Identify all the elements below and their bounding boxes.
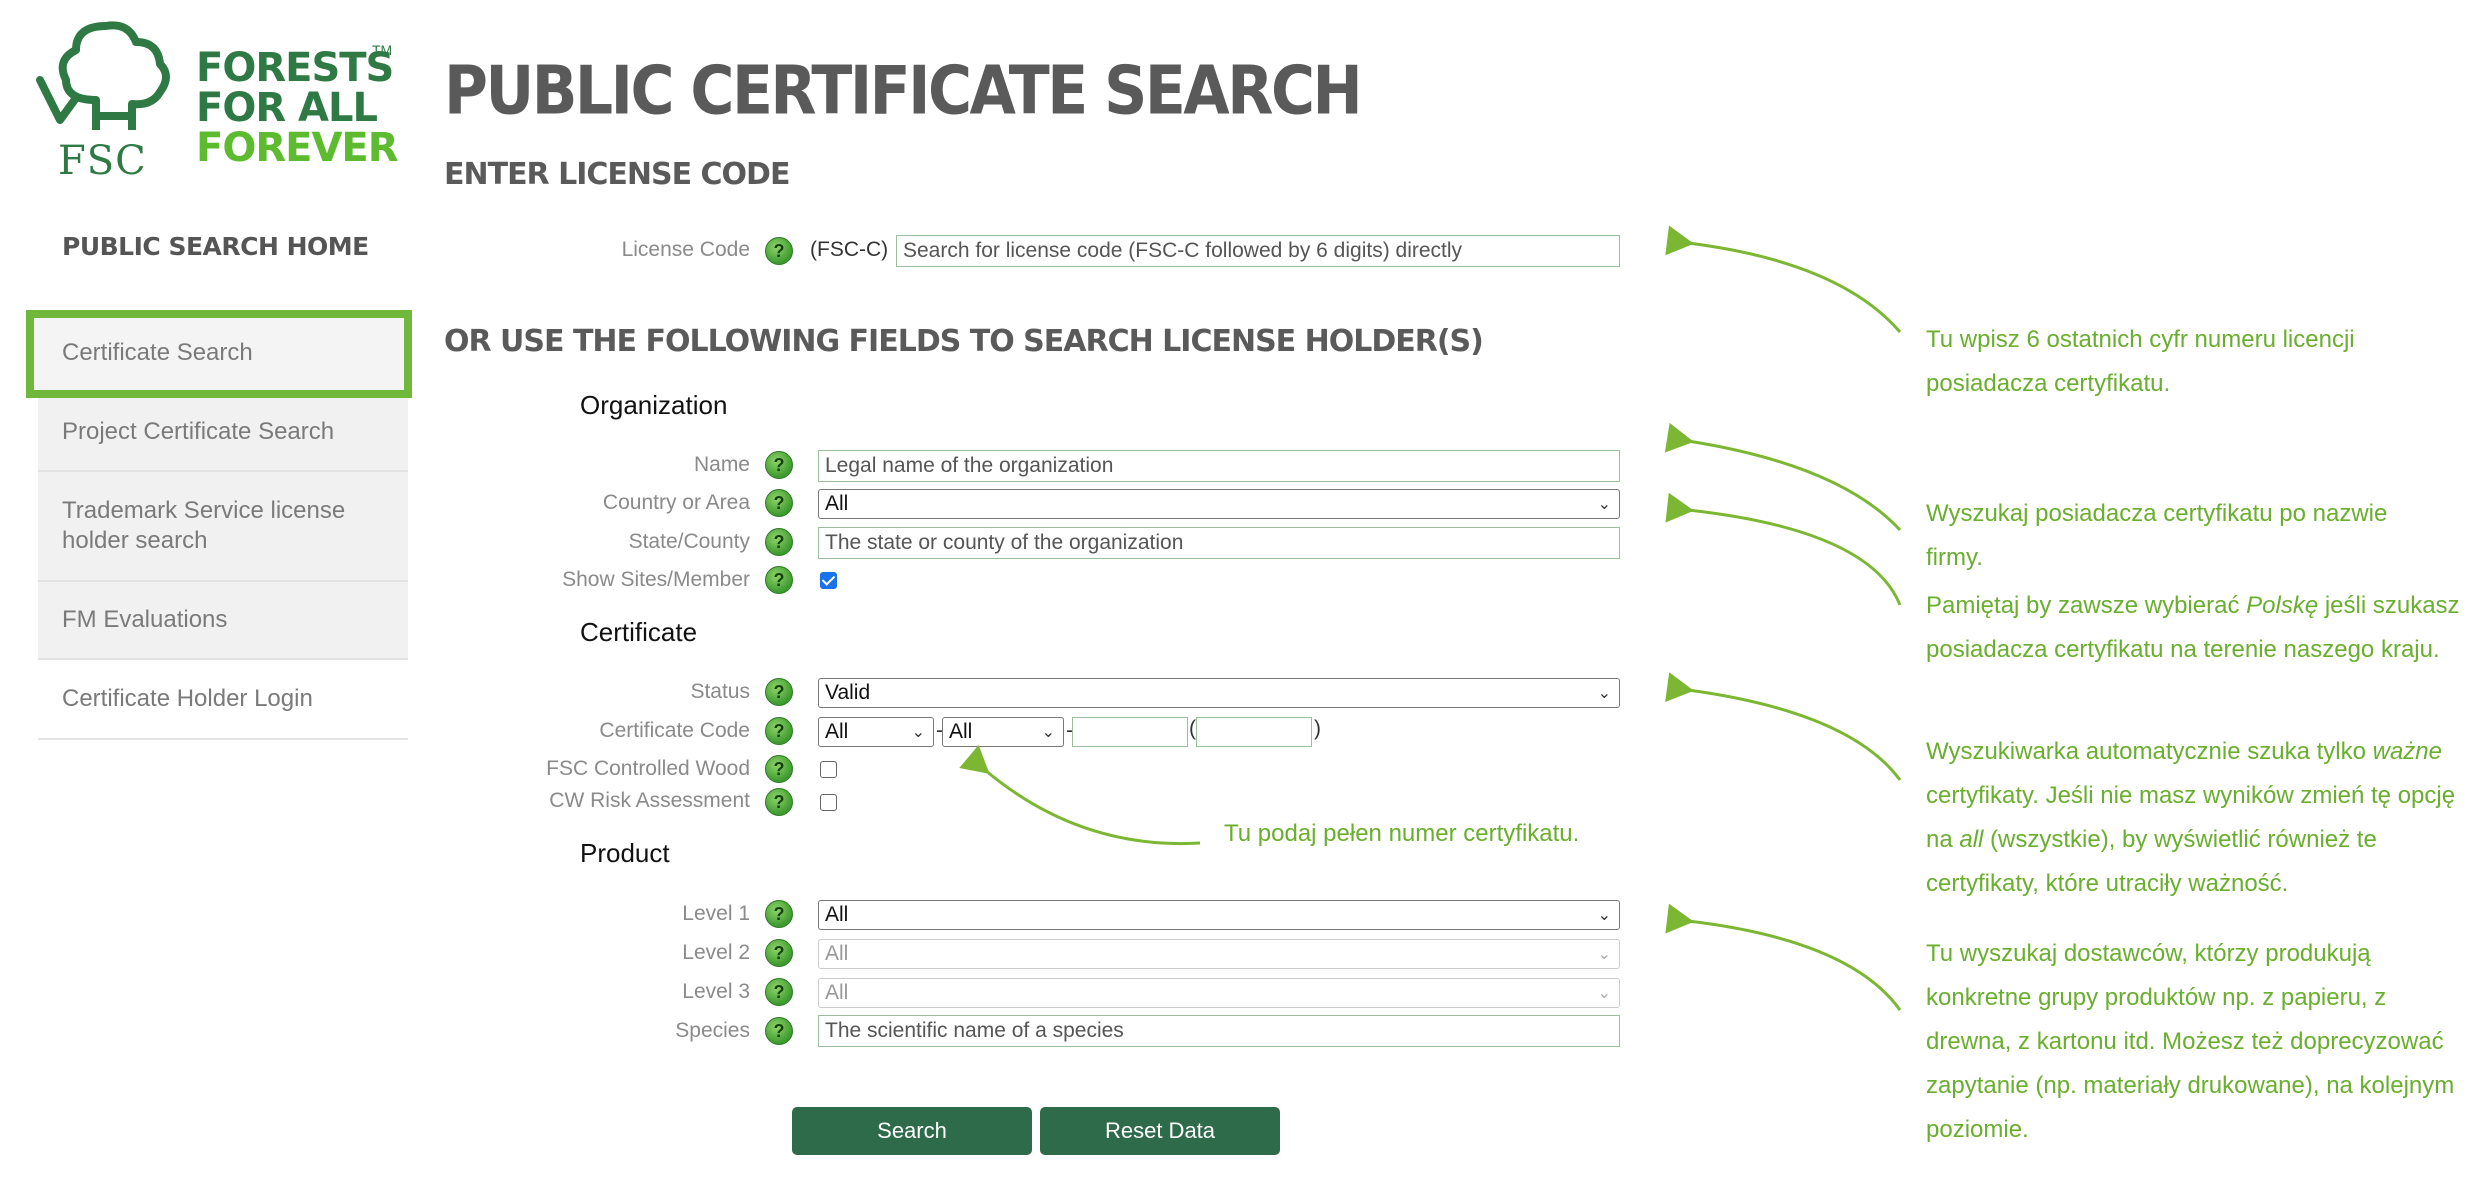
note-status-line3: na all (wszystkie), by wyświetlić równie… bbox=[1926, 826, 2377, 853]
note-status: Wyszukiwarka automatycznie szuka tylko w… bbox=[1926, 730, 2455, 906]
note-name-line1: Wyszukaj posiadacza certyfikatu po nazwi… bbox=[1926, 500, 2388, 527]
note-certificate-code: Tu podaj pełen numer certyfikatu. bbox=[1224, 820, 1580, 847]
note-name-line2: firmy. bbox=[1926, 544, 1983, 571]
arrow-status bbox=[1665, 672, 1902, 781]
note-product-line5: poziomie. bbox=[1926, 1116, 2029, 1143]
note-license-line2: posiadacza certyfikatu. bbox=[1926, 370, 2171, 397]
note-country-line2: posiadacza certyfikatu na terenie naszeg… bbox=[1926, 636, 2440, 663]
note-country-line1: Pamiętaj by zawsze wybierać Polskę jeśli… bbox=[1926, 592, 2460, 619]
note-product-line3: drewna, z kartonu itd. Możesz też doprec… bbox=[1926, 1028, 2444, 1055]
arrow-certificate-code bbox=[959, 745, 1201, 846]
note-license-line1: Tu wpisz 6 ostatnich cyfr numeru licencj… bbox=[1926, 326, 2355, 353]
arrow-product bbox=[1665, 903, 1902, 1011]
note-product-line4: zapytanie (np. materiały drukowane), na … bbox=[1926, 1072, 2455, 1099]
arrow-license bbox=[1665, 225, 1902, 333]
note-product-line1: Tu wyszukaj dostawców, którzy produkują bbox=[1926, 940, 2371, 967]
note-product-line2: konkretne grupy produktów np. z papieru,… bbox=[1926, 984, 2387, 1011]
note-status-line4: certyfikaty, które utraciły ważność. bbox=[1926, 870, 2289, 897]
note-status-line2: certyfikaty. Jeśli nie masz wyników zmie… bbox=[1926, 782, 2456, 809]
note-country: Pamiętaj by zawsze wybierać Polskę jeśli… bbox=[1926, 584, 2460, 672]
note-license-code: Tu wpisz 6 ostatnich cyfr numeru licencj… bbox=[1926, 318, 2355, 406]
arrow-name bbox=[1664, 422, 1902, 532]
arrow-country bbox=[1665, 492, 1902, 606]
note-name: Wyszukaj posiadacza certyfikatu po nazwi… bbox=[1926, 492, 2387, 580]
note-status-line1: Wyszukiwarka automatycznie szuka tylko w… bbox=[1926, 738, 2442, 765]
note-product: Tu wyszukaj dostawców, którzy produkują … bbox=[1926, 932, 2454, 1152]
